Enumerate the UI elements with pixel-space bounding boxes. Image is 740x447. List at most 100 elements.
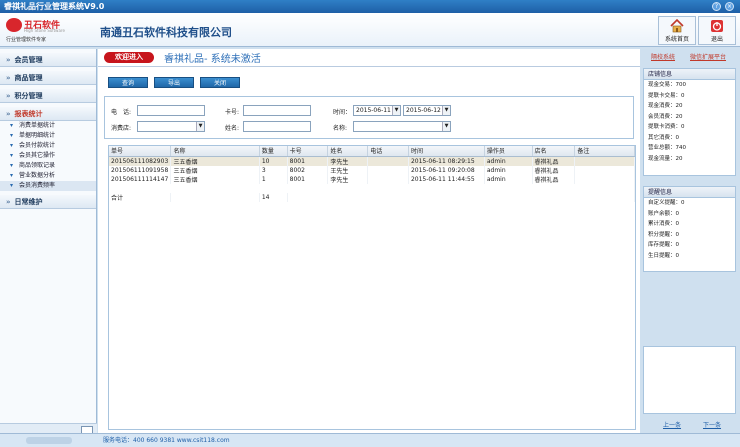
table-header-row: 单号 名称 数量 卡号 姓名 电话 时间 操作员 店名 备注 (109, 146, 635, 157)
date-from-select[interactable]: 2015-06-11 ▼ (353, 105, 401, 116)
reminders-title: 提醒信息 (644, 187, 735, 198)
filter-panel: 电 话: 卡号: 时间： 2015-06-11 ▼ 2015-06-12 ▼ 消费店… (104, 96, 634, 139)
cell-qty: 3 (259, 165, 288, 175)
sidebar-item-label: 单据明细统计 (19, 132, 56, 139)
sidebar-item-detail-stats[interactable]: ▾ 单据明细统计 (0, 131, 96, 141)
prev-link[interactable]: 上一条 (663, 420, 681, 429)
card-label: 卡号: (225, 109, 240, 116)
column-header[interactable]: 电话 (367, 146, 409, 157)
sidebar-item-label: 消费单据统计 (19, 122, 56, 129)
help-icon[interactable]: ? (712, 2, 721, 11)
chevron-down-icon: ▾ (10, 172, 14, 179)
right-panel: 店铺信息 现金交易：700 提联卡交易：0 现金消费：20 会员消费：20 提联… (643, 68, 736, 433)
records-table: 单号 名称 数量 卡号 姓名 电话 时间 操作员 店名 备注 201506111… (109, 146, 636, 202)
store-info-row: 提联卡交易：0 (648, 92, 685, 99)
cell-note (574, 174, 635, 184)
cell-time: 2015-06-11 08:29:15 (408, 156, 485, 166)
sidebar-item-redemption-log[interactable]: ▾ 商品领取记录 (0, 161, 96, 171)
wechat-platform-link[interactable]: 微信扩展平台 (690, 52, 726, 61)
date-to-value: 2015-06-12 (406, 107, 441, 114)
cell-qty: 1 (259, 174, 288, 184)
item-name-select[interactable]: ▼ (353, 121, 451, 132)
column-header[interactable]: 店名 (532, 146, 576, 157)
cell-item: 三五香烟 (170, 165, 260, 175)
exit-label: 退出 (710, 36, 723, 43)
home-button[interactable]: 系统首页 (658, 16, 696, 45)
column-header[interactable]: 卡号 (287, 146, 329, 157)
cell-operator: admin (484, 174, 533, 184)
chevron-right-icon: » (6, 74, 11, 82)
item-name-label: 名称: (333, 125, 348, 132)
chevron-down-icon: ▼ (442, 122, 450, 131)
logo-subtitle: High Stone Software (24, 28, 65, 33)
phone-label: 电 话: (111, 109, 132, 116)
sidebar-item-label: 会员其它操作 (19, 152, 56, 159)
sidebar-section-members[interactable]: » 会员管理 (0, 53, 96, 67)
sidebar-section-label: 报表统计 (14, 110, 43, 118)
sidebar-item-label: 会员付款统计 (19, 142, 56, 149)
table-row[interactable]: 201506111114147 三五香烟 1 8001 李先生 2015-06-… (109, 174, 635, 184)
table-row[interactable]: 201506111091958 三五香烟 3 8002 王先生 2015-06-… (109, 165, 635, 175)
chevron-right-icon: » (6, 110, 11, 118)
sidebar-item-other-ops[interactable]: ▾ 会员其它操作 (0, 151, 96, 161)
name-input[interactable] (243, 121, 311, 132)
column-header[interactable]: 数量 (259, 146, 288, 157)
sidebar-section-reports[interactable]: » 报表统计 (0, 107, 96, 121)
date-to-select[interactable]: 2015-06-12 ▼ (403, 105, 451, 116)
next-link[interactable]: 下一条 (703, 420, 721, 429)
close-window-icon[interactable]: × (725, 2, 734, 11)
chevron-down-icon: ▾ (10, 132, 14, 139)
column-header[interactable]: 姓名 (327, 146, 369, 157)
cell-qty: 10 (259, 156, 288, 166)
sidebar-item-consumption-stats[interactable]: ▾ 消费单据统计 (0, 121, 96, 131)
sidebar-item-frequency[interactable]: ▾ 会员消费频率 (0, 181, 96, 191)
table-row[interactable]: 201506111082903 三五香烟 10 8001 李先生 2015-06… (109, 156, 635, 166)
welcome-button[interactable]: 欢迎进入 (104, 52, 154, 63)
cell-card: 8001 (287, 156, 329, 166)
sidebar-section-maintenance[interactable]: » 日常维护 (0, 195, 96, 209)
store-info-row: 现金消费：20 (648, 103, 683, 109)
reminder-row: 库存提醒：0 (648, 242, 679, 248)
card-input[interactable] (243, 105, 311, 116)
cell-phone (367, 165, 409, 175)
window-title: 睿祺礼品行业管理系统V9.0 (4, 2, 105, 11)
logo-mark-icon (6, 18, 22, 32)
sidebar-section-label: 会员管理 (14, 56, 43, 64)
export-button[interactable]: 导出 (154, 77, 194, 88)
chevron-down-icon: ▼ (392, 106, 400, 115)
column-header[interactable]: 操作员 (484, 146, 533, 157)
store-info-row: 现金交易：700 (648, 82, 686, 88)
chevron-down-icon: ▼ (442, 106, 450, 115)
cell-item: 三五香烟 (170, 156, 260, 166)
query-button[interactable]: 查询 (108, 77, 148, 88)
column-header[interactable]: 单号 (109, 146, 172, 157)
column-header[interactable]: 名称 (170, 146, 260, 157)
chevron-down-icon: ▾ (10, 142, 14, 149)
column-header[interactable]: 时间 (408, 146, 485, 157)
sidebar-section-label: 积分管理 (14, 92, 43, 100)
chevron-down-icon: ▾ (10, 182, 14, 189)
chevron-down-icon: ▾ (10, 162, 14, 169)
records-grid: 单号 名称 数量 卡号 姓名 电话 时间 操作员 店名 备注 201506111… (108, 145, 636, 430)
column-header[interactable]: 备注 (574, 146, 635, 157)
store-info-row: 其它消费：0 (648, 134, 679, 141)
exit-button[interactable]: 退出 (698, 16, 736, 45)
cell-card: 8001 (287, 174, 329, 184)
activation-banner: 睿祺礼品- 系统未激活 (164, 54, 261, 65)
phone-input[interactable] (137, 105, 205, 116)
app-header: 丑石软件 High Stone Software 行业管理软件专家 南通丑石软件… (0, 13, 740, 47)
sidebar-item-business-analysis[interactable]: ▾ 营业数据分析 (0, 171, 96, 181)
store-select[interactable]: ▼ (137, 121, 205, 132)
sidebar-item-payment-stats[interactable]: ▾ 会员付款统计 (0, 141, 96, 151)
cell-note (574, 165, 635, 175)
sidebar: » 会员管理 » 商品管理 » 积分管理 » 报表统计 ▾ 消费单据统计 ▾ 单据明细统计 … (0, 49, 97, 435)
close-button[interactable]: 关闭 (200, 77, 240, 88)
cell-name: 李先生 (327, 174, 369, 184)
home-label: 系统首页 (664, 36, 689, 43)
reminders-panel: 提醒信息 自定义提醒：0 账户余额：0 累计消费：0 积分提醒：0 库存提醒：0… (643, 186, 736, 272)
reminder-row: 自定义提醒：0 (648, 200, 685, 206)
sidebar-section-points[interactable]: » 积分管理 (0, 89, 96, 103)
sidebar-section-products[interactable]: » 商品管理 (0, 71, 96, 85)
reminder-row: 累计消费：0 (648, 221, 679, 227)
switch-system-link[interactable]: 隔校系统 (651, 52, 675, 61)
